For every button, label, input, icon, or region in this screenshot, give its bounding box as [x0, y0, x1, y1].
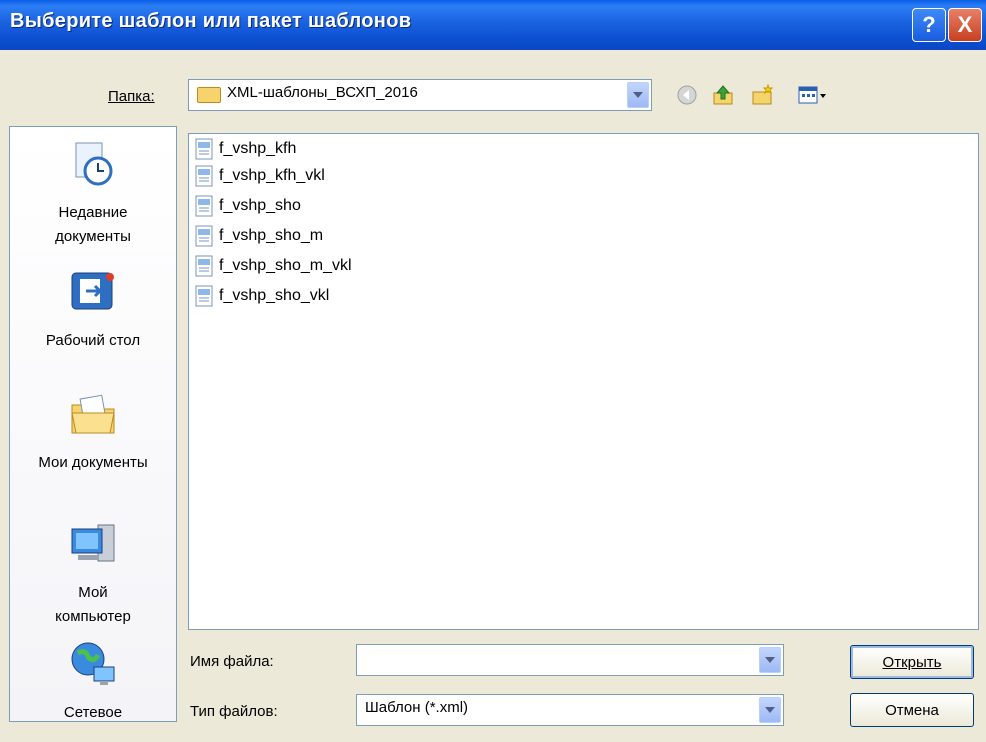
current-folder-name: XML-шаблоны_ВСХП_2016 [227, 84, 418, 101]
file-item[interactable]: f_vshp_sho_vkl [193, 283, 329, 309]
close-icon: X [957, 12, 973, 37]
chevron-down-icon[interactable] [627, 82, 649, 108]
chevron-down-icon[interactable] [759, 647, 781, 673]
place-desktop[interactable]: Рабочий стол [10, 267, 176, 353]
folder-icon [197, 87, 221, 103]
close-button[interactable]: X [948, 8, 982, 42]
xml-file-icon [195, 285, 213, 307]
xml-file-icon [195, 138, 213, 160]
file-item[interactable]: f_vshp_sho_m_vkl [193, 253, 352, 279]
network-icon [71, 642, 115, 685]
filename-input[interactable] [356, 644, 784, 676]
filename-label: Имя файла: [190, 653, 274, 670]
recent-documents-icon [75, 142, 113, 186]
cancel-button[interactable]: Отмена [850, 693, 974, 727]
file-item[interactable]: f_vshp_sho [193, 193, 301, 219]
place-network[interactable]: Сетевое [10, 639, 176, 725]
xml-file-icon [195, 165, 213, 187]
place-recent-documents[interactable]: Недавние документы [10, 139, 176, 249]
place-my-computer[interactable]: Мой компьютер [10, 519, 176, 629]
xml-file-icon [195, 225, 213, 247]
view-menu-icon[interactable] [798, 84, 828, 106]
place-my-documents[interactable]: Мои документы [10, 389, 176, 475]
filetype-label: Тип файлов: [190, 703, 278, 720]
up-folder-icon[interactable] [712, 84, 734, 106]
my-computer-icon [71, 524, 115, 562]
file-list[interactable]: f_vshp_kfh f_vshp_kfh_vkl f_vshp_sho f_v… [188, 133, 979, 630]
folder-label: Папка: [108, 88, 155, 105]
xml-file-icon [195, 255, 213, 277]
desktop-icon [71, 272, 114, 310]
new-folder-icon[interactable] [752, 84, 774, 106]
my-documents-icon [71, 394, 115, 434]
chevron-down-icon[interactable] [759, 697, 781, 723]
file-item[interactable]: f_vshp_kfh [193, 136, 296, 162]
folder-dropdown[interactable]: XML-шаблоны_ВСХП_2016 [188, 79, 652, 111]
help-icon: ? [922, 12, 936, 37]
filetype-dropdown[interactable]: Шаблон (*.xml) [356, 694, 784, 726]
xml-file-icon [195, 195, 213, 217]
window-title: Выберите шаблон или пакет шаблонов [10, 10, 412, 32]
help-button[interactable]: ? [912, 8, 946, 42]
open-button[interactable]: Открыть [850, 645, 974, 679]
title-bar: Выберите шаблон или пакет шаблонов ? X [0, 0, 986, 50]
filetype-value: Шаблон (*.xml) [365, 699, 469, 716]
file-item[interactable]: f_vshp_kfh_vkl [193, 163, 325, 189]
places-bar: Недавние документы Рабочий стол Мои доку… [9, 126, 177, 722]
back-icon[interactable] [676, 84, 698, 106]
file-item[interactable]: f_vshp_sho_m [193, 223, 323, 249]
